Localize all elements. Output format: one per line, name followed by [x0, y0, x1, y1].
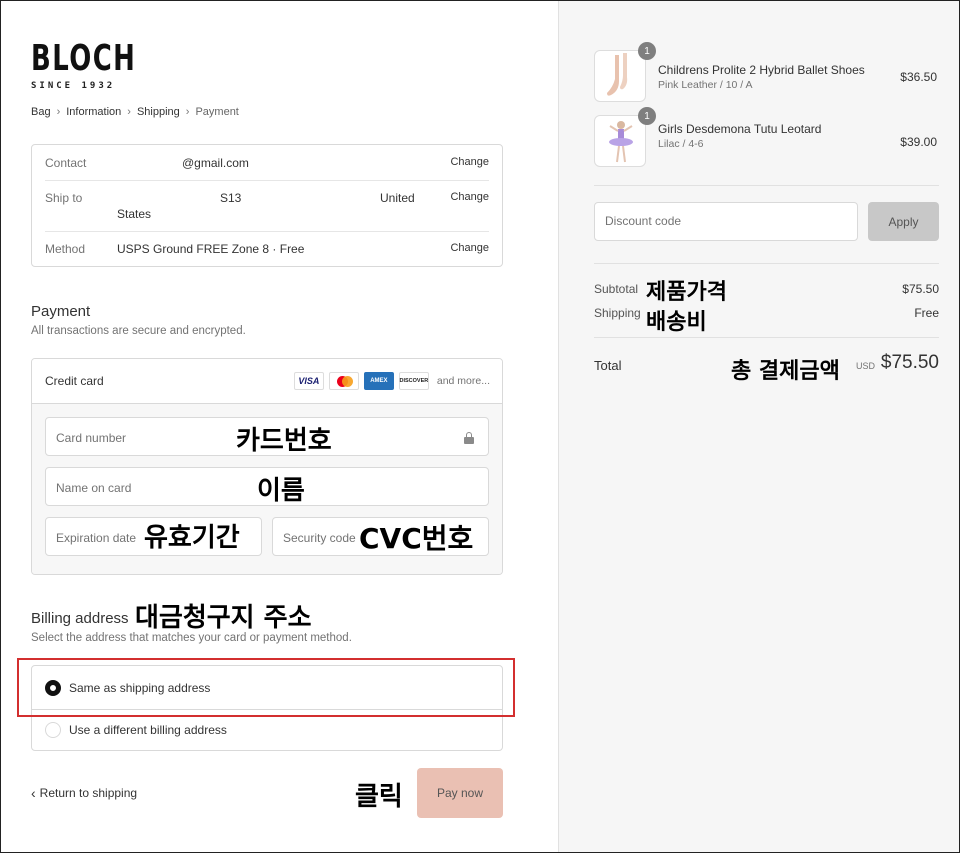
payment-title: Payment [31, 303, 91, 320]
annotation-total: 총 결제금액 [731, 359, 840, 384]
return-label: Return to shipping [39, 786, 138, 800]
review-method-row: Method USPS Ground FREE Zone 8 · Free Ch… [32, 242, 502, 262]
currency-code: USD [855, 361, 875, 371]
page-frame: BLOCH SINCE 1932 Bag › Information › Shi… [0, 0, 960, 853]
shipto-country-line2: States [117, 207, 152, 221]
pay-now-button[interactable]: Pay now [417, 768, 503, 818]
breadcrumb-bag[interactable]: Bag [31, 106, 51, 118]
breadcrumb: Bag › Information › Shipping › Payment [31, 106, 239, 118]
chevron-left-icon: ‹ [31, 785, 36, 801]
checkout-main: BLOCH SINCE 1932 Bag › Information › Shi… [1, 1, 558, 852]
cart-item: 1 Girls Desdemona Tutu Leotard Lilac / 4… [594, 107, 959, 169]
contact-label: Contact [45, 156, 87, 170]
divider [45, 231, 489, 232]
credit-card-option[interactable]: Credit card VISA AMEX DISCOVER and more.… [32, 359, 502, 404]
and-more-label: and more... [436, 375, 490, 387]
divider [594, 337, 939, 338]
divider [45, 180, 489, 181]
item-price: $39.00 [900, 135, 937, 149]
item-variant: Lilac / 4-6 [658, 138, 704, 150]
lock-icon [464, 432, 474, 444]
total-value: $75.50 [880, 352, 939, 373]
brand-tagline: SINCE 1932 [31, 81, 116, 91]
billing-title: Billing address [31, 610, 129, 627]
annotation-click: 클릭 [355, 782, 403, 812]
billing-subtitle: Select the address that matches your car… [31, 632, 352, 644]
annotation-name: 이름 [257, 476, 305, 506]
card-brands: VISA AMEX DISCOVER and more... [293, 372, 490, 390]
shipto-address: S13 [220, 191, 242, 205]
highlight-box [17, 658, 515, 717]
payment-subtitle: All transactions are secure and encrypte… [31, 325, 246, 337]
review-shipto-row: Ship to S13 United States Change [32, 191, 502, 227]
contact-value: @gmail.com [182, 156, 249, 170]
annotation-expiry: 유효기간 [144, 523, 240, 553]
change-method-link[interactable]: Change [450, 242, 489, 254]
method-label: Method [45, 242, 86, 256]
name-on-card-placeholder: Name on card [56, 481, 132, 495]
shipto-label: Ship to [45, 191, 83, 205]
shipping-label: Shipping [594, 306, 641, 320]
quantity-badge: 1 [638, 42, 656, 60]
expiration-date-placeholder: Expiration date [56, 531, 137, 545]
annotation-card-number: 카드번호 [236, 426, 332, 456]
order-review-box: Contact @gmail.com Change Ship to S13 Un… [31, 144, 503, 267]
shipto-country: United [380, 191, 415, 205]
card-number-placeholder: Card number [56, 431, 127, 445]
quantity-badge: 1 [638, 107, 656, 125]
cart-item: 1 Childrens Prolite 2 Hybrid Ballet Shoe… [594, 42, 959, 104]
annotation-shipping: 배송비 [646, 310, 707, 335]
visa-icon: VISA [293, 372, 324, 390]
total-label: Total [594, 358, 622, 373]
product-image-shoes [594, 50, 646, 102]
apply-discount-button[interactable]: Apply [868, 202, 939, 241]
method-value: USPS Ground FREE Zone 8 · Free [117, 242, 305, 256]
chevron-right-icon: › [185, 106, 190, 118]
brand-name: BLOCH [31, 38, 137, 79]
annotation-subtotal: 제품가격 [646, 280, 727, 305]
breadcrumb-information[interactable]: Information [66, 106, 121, 118]
credit-card-label: Credit card [45, 374, 104, 388]
return-to-shipping-link[interactable]: ‹ Return to shipping [31, 786, 137, 800]
radio-unselected-icon[interactable] [45, 722, 61, 738]
review-contact-row: Contact @gmail.com Change [32, 156, 502, 176]
security-code-placeholder: Security code [283, 531, 356, 545]
billing-different-label: Use a different billing address [69, 723, 227, 737]
subtotal-value: $75.50 [902, 282, 939, 296]
product-image-leotard [594, 115, 646, 167]
item-name: Childrens Prolite 2 Hybrid Ballet Shoes [658, 63, 865, 77]
discount-code-input[interactable]: Discount code [594, 202, 858, 241]
annotation-billing: 대금청구지 주소 [135, 603, 312, 633]
brand-logo[interactable]: BLOCH SINCE 1932 [31, 38, 177, 92]
chevron-right-icon: › [127, 106, 131, 118]
item-name: Girls Desdemona Tutu Leotard [658, 122, 822, 136]
chevron-right-icon: › [56, 106, 61, 118]
breadcrumb-shipping[interactable]: Shipping [137, 106, 180, 118]
breadcrumb-payment: Payment [195, 106, 239, 118]
item-variant: Pink Leather / 10 / A [658, 79, 753, 91]
amex-icon: AMEX [363, 372, 394, 390]
discover-icon: DISCOVER [398, 372, 429, 390]
mastercard-icon [328, 372, 359, 390]
shipping-value: Free [914, 306, 939, 320]
order-summary: 1 Childrens Prolite 2 Hybrid Ballet Shoe… [558, 1, 959, 852]
divider [594, 185, 939, 186]
item-price: $36.50 [900, 70, 937, 84]
divider [594, 263, 939, 264]
change-shipto-link[interactable]: Change [450, 191, 489, 203]
annotation-cvc: CVC번호 [359, 522, 474, 555]
subtotal-label: Subtotal [594, 282, 639, 296]
change-contact-link[interactable]: Change [450, 156, 489, 168]
